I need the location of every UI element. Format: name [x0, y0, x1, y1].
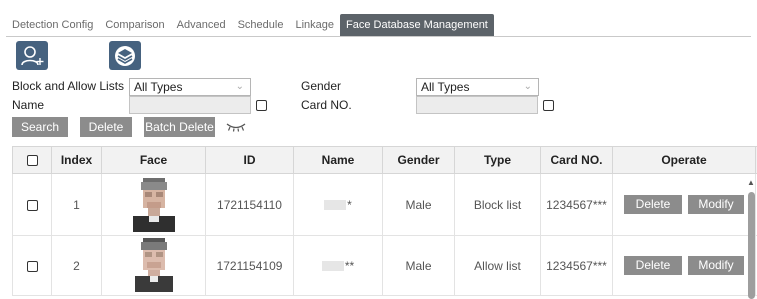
row-card-no: 1234567***: [540, 173, 613, 236]
row-card-no: 1234567***: [540, 235, 613, 296]
name-input[interactable]: [129, 96, 251, 114]
header-face: Face: [101, 146, 206, 174]
tab-advanced[interactable]: Advanced: [171, 14, 232, 36]
name-mask: [321, 261, 344, 272]
header-index: Index: [51, 146, 102, 174]
row-name: **: [293, 235, 383, 296]
face-thumbnail: [128, 236, 179, 292]
name-mask: [324, 200, 347, 211]
row-face: [101, 173, 206, 236]
add-person-button[interactable]: [16, 41, 48, 70]
select-all-checkbox[interactable]: [26, 155, 38, 167]
table-row: 1 1721154110 * Male Block list 1234567**…: [12, 173, 757, 236]
card-no-label: Card NO.: [301, 98, 352, 112]
block-allow-select-value: All Types: [134, 80, 183, 94]
gender-select[interactable]: All Types ⌄: [416, 78, 539, 96]
row-operate: Delete Modify: [612, 235, 756, 296]
row-index: 1: [51, 173, 102, 236]
scroll-up-arrow-icon[interactable]: ▲: [747, 178, 755, 187]
table-row: 2 1721154109 ** Male Allow list 1234567*…: [12, 235, 757, 296]
tab-bar: Detection Config Comparison Advanced Sch…: [6, 14, 751, 37]
tab-face-database-management[interactable]: Face Database Management: [340, 14, 494, 36]
tab-linkage[interactable]: Linkage: [289, 14, 340, 36]
row-checkbox[interactable]: [26, 260, 38, 272]
row-modify-button[interactable]: Modify: [688, 195, 744, 214]
row-checkbox[interactable]: [26, 199, 38, 211]
row-delete-button[interactable]: Delete: [624, 256, 682, 275]
delete-button[interactable]: Delete: [80, 117, 132, 137]
card-no-exact-checkbox[interactable]: [543, 100, 554, 111]
layers-icon: [115, 45, 135, 66]
row-gender: Male: [382, 235, 455, 296]
row-face: [101, 235, 206, 296]
block-allow-label: Block and Allow Lists: [12, 79, 125, 93]
batch-delete-button[interactable]: Batch Delete: [144, 117, 215, 137]
tab-detection-config[interactable]: Detection Config: [6, 14, 99, 36]
row-modify-button[interactable]: Modify: [688, 256, 744, 275]
row-gender: Male: [382, 173, 455, 236]
add-user-icon: [21, 45, 44, 65]
row-select-cell: [12, 173, 52, 236]
header-gender: Gender: [382, 146, 455, 174]
hide-eye-icon[interactable]: [226, 122, 246, 132]
row-delete-button[interactable]: Delete: [624, 195, 682, 214]
face-library-button[interactable]: [109, 41, 141, 70]
face-database-table: Index Face ID Name Gender Type Card NO. …: [12, 146, 757, 296]
block-allow-select[interactable]: All Types ⌄: [129, 78, 251, 96]
row-type: Allow list: [454, 235, 541, 296]
row-id: 1721154110: [205, 173, 294, 236]
row-index: 2: [51, 235, 102, 296]
name-exact-checkbox[interactable]: [256, 100, 267, 111]
gender-label: Gender: [301, 79, 342, 93]
tab-comparison[interactable]: Comparison: [99, 14, 170, 36]
row-name: *: [293, 173, 383, 236]
face-thumbnail: [128, 174, 179, 232]
header-name: Name: [293, 146, 383, 174]
header-id: ID: [205, 146, 294, 174]
row-name-suffix: *: [347, 197, 352, 212]
row-select-cell: [12, 235, 52, 296]
name-label: Name: [12, 98, 45, 112]
row-id: 1721154109: [205, 235, 294, 296]
row-type: Block list: [454, 173, 541, 236]
header-type: Type: [454, 146, 541, 174]
row-operate: Delete Modify: [612, 173, 756, 236]
search-button[interactable]: Search: [12, 117, 68, 137]
select-all-cell: [12, 146, 52, 174]
tab-schedule[interactable]: Schedule: [232, 14, 290, 36]
row-name-suffix: **: [344, 258, 355, 273]
chevron-down-icon: ⌄: [235, 81, 244, 92]
header-operate: Operate: [612, 146, 756, 174]
header-card-no: Card NO.: [540, 146, 613, 174]
table-header-row: Index Face ID Name Gender Type Card NO. …: [12, 146, 757, 174]
gender-select-value: All Types: [421, 80, 470, 94]
card-no-input[interactable]: [416, 96, 538, 114]
chevron-down-icon: ⌄: [523, 81, 532, 92]
vertical-scrollbar-thumb[interactable]: [748, 192, 755, 299]
